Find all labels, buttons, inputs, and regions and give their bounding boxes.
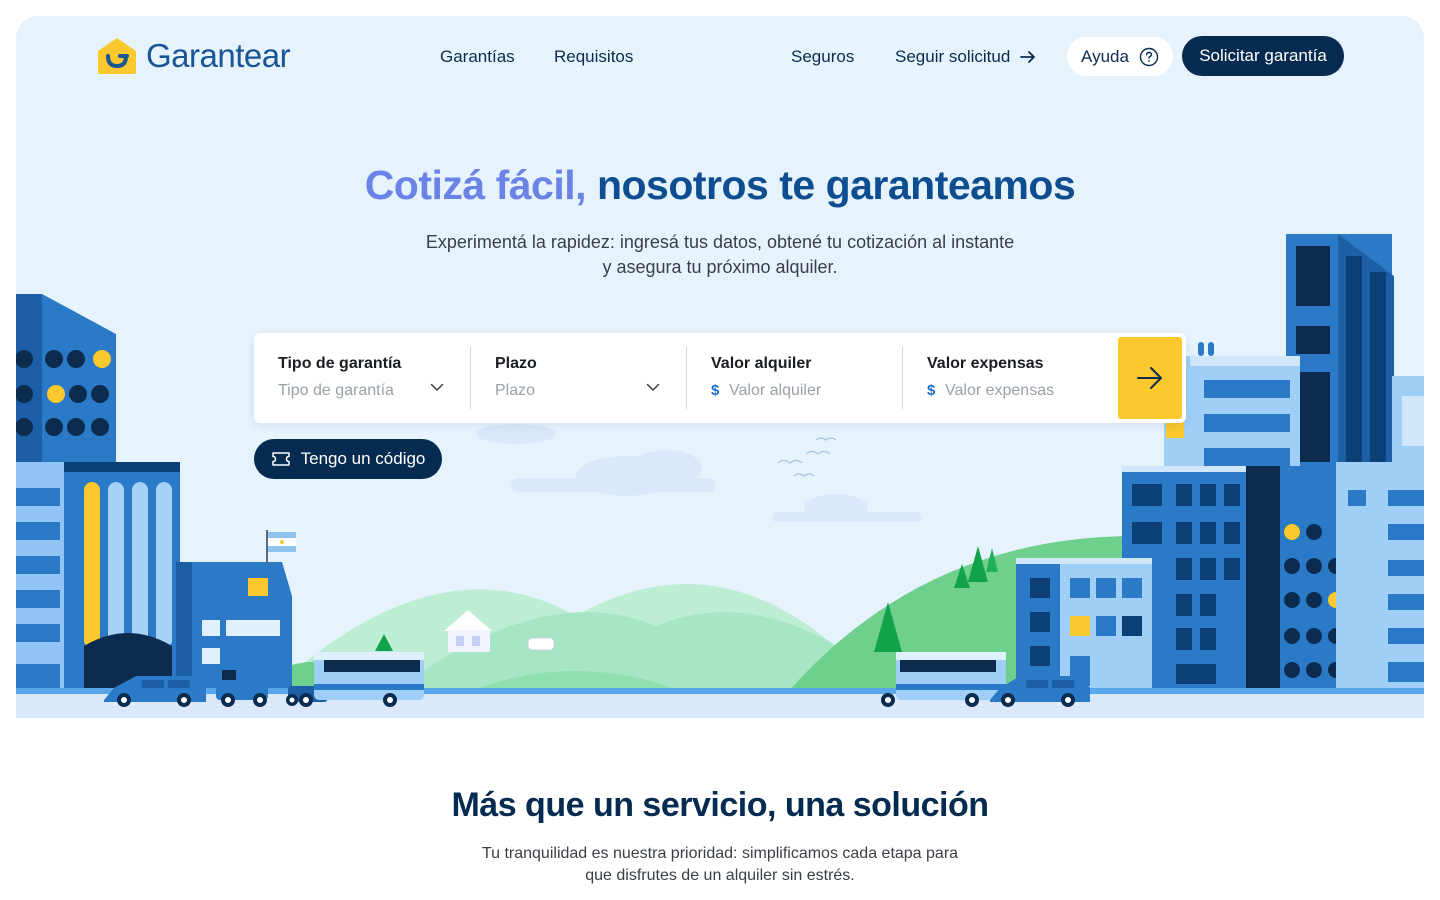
arrow-right-icon: [1020, 51, 1036, 63]
rent-value-label: Valor alquiler: [711, 355, 812, 372]
section-subtitle: Tu tranquilidad es nuestra prioridad: si…: [481, 845, 959, 884]
hero-title-accent: Cotizá fácil,: [364, 162, 587, 208]
guarantee-type-select[interactable]: Tipo de garantía Tipo de garantía: [254, 347, 470, 409]
hero-section: Garantear Garantías Requisitos Seguros S…: [16, 16, 1424, 718]
quote-submit-button[interactable]: [1118, 337, 1182, 419]
hero-subtitle: Experimentá la rapidez: ingresá tus dato…: [425, 232, 1015, 277]
follow-request-link[interactable]: Seguir solicitud: [895, 47, 1036, 67]
hero-title-main: nosotros te garanteamos: [596, 162, 1076, 208]
guarantee-type-placeholder: Tipo de garantía: [278, 382, 394, 399]
expenses-value-label: Valor expensas: [927, 355, 1044, 372]
term-select[interactable]: Plazo Plazo: [470, 347, 686, 409]
nav-link-seguros[interactable]: Seguros: [791, 47, 854, 67]
have-code-label: Tengo un código: [300, 449, 426, 468]
arrow-right-icon: [1137, 367, 1162, 389]
quote-form: Tipo de garantía Tipo de garantía Plazo …: [254, 333, 1186, 423]
guarantee-type-label: Tipo de garantía: [278, 355, 402, 372]
rent-value-placeholder: Valor alquiler: [729, 382, 822, 399]
chevron-down-icon: [646, 383, 660, 392]
question-circle-icon: [1139, 47, 1159, 66]
rent-value-input[interactable]: Valor alquiler $ Valor alquiler: [686, 347, 902, 409]
term-label: Plazo: [495, 355, 537, 372]
chevron-down-icon: [430, 383, 444, 392]
ticket-icon: [271, 452, 290, 466]
brand-logo[interactable]: Garantear: [96, 36, 291, 76]
currency-symbol: $: [927, 382, 936, 399]
help-label: Ayuda: [1081, 46, 1129, 66]
brand-name: Garantear: [146, 37, 291, 74]
expenses-value-input[interactable]: Valor expensas $ Valor expensas: [902, 347, 1118, 409]
nav-link-requisitos[interactable]: Requisitos: [554, 47, 633, 67]
currency-symbol: $: [711, 382, 720, 399]
term-placeholder: Plazo: [495, 382, 536, 399]
have-code-button[interactable]: Tengo un código: [254, 439, 442, 479]
request-guarantee-button[interactable]: Solicitar garantía: [1182, 36, 1344, 76]
house-logo-icon: [98, 38, 136, 74]
nav-link-garantias[interactable]: Garantías: [440, 47, 515, 67]
help-button[interactable]: Ayuda: [1067, 37, 1173, 76]
hero-title: Cotizá fácil, nosotros te garanteamos: [16, 162, 1424, 209]
follow-request-label: Seguir solicitud: [895, 47, 1011, 66]
expenses-value-placeholder: Valor expensas: [945, 382, 1055, 399]
section-title: Más que un servicio, una solución: [451, 786, 989, 824]
